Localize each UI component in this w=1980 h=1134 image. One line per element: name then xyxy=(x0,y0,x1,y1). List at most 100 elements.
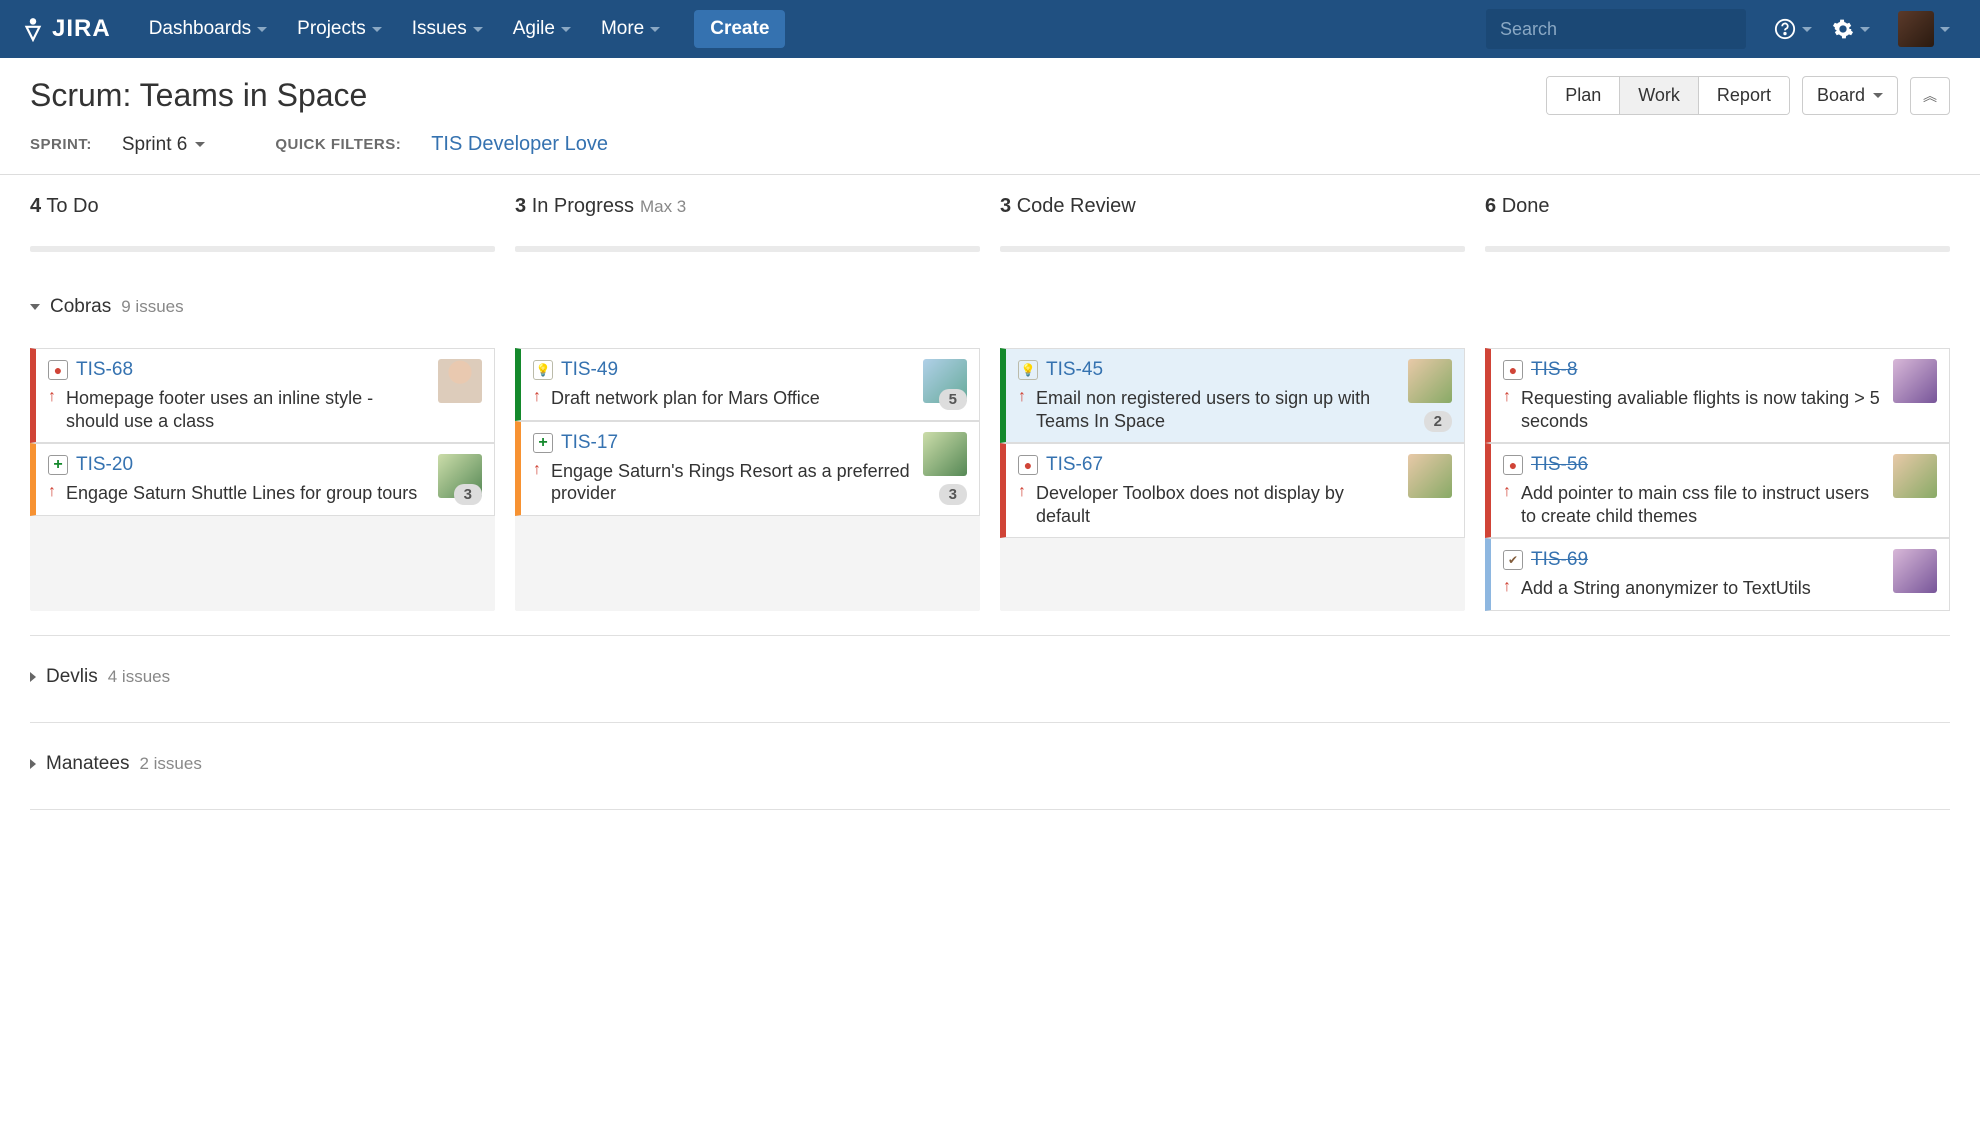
chevron-down-icon xyxy=(650,27,660,32)
priority-icon xyxy=(1018,482,1026,502)
chevron-down-icon xyxy=(30,304,40,310)
assignee-avatar[interactable] xyxy=(1408,454,1452,498)
assignee-avatar[interactable] xyxy=(1893,454,1937,498)
swimlane-separator xyxy=(30,809,1950,810)
create-button[interactable]: Create xyxy=(694,10,785,48)
column-body[interactable]: TIS-45 Email non registered users to sig… xyxy=(1000,348,1465,611)
nav-dashboards[interactable]: Dashboards xyxy=(139,10,277,48)
column-header: 3 Code Review xyxy=(1000,195,1465,226)
bug-icon xyxy=(48,360,68,380)
jira-logo[interactable]: JIRA xyxy=(20,15,111,43)
issue-key[interactable]: TIS-45 xyxy=(1046,359,1103,381)
assignee-avatar[interactable] xyxy=(1893,359,1937,403)
page-header: Scrum: Teams in Space Plan Work Report B… xyxy=(0,58,1980,175)
chevron-down-icon xyxy=(1802,27,1812,32)
issue-summary: Engage Saturn Shuttle Lines for group to… xyxy=(66,482,417,505)
column-count: 3 xyxy=(515,195,526,217)
issue-key[interactable]: TIS-68 xyxy=(76,359,133,381)
column-progress-bar xyxy=(1000,246,1465,252)
swimlane-toggle[interactable]: Cobras 9 issues xyxy=(30,286,1950,328)
chevron-double-up-icon: ︽ xyxy=(1923,86,1937,106)
quick-filters-label: QUICK FILTERS: xyxy=(275,136,401,153)
issue-key[interactable]: TIS-56 xyxy=(1531,454,1588,476)
issue-key[interactable]: TIS-49 xyxy=(561,359,618,381)
swimlane-toggle[interactable]: Devlis4 issues xyxy=(30,656,1950,698)
issue-card[interactable]: TIS-49 Draft network plan for Mars Offic… xyxy=(515,348,980,421)
expand-button[interactable]: ︽ xyxy=(1910,77,1950,115)
logo-text: JIRA xyxy=(52,15,111,43)
priority-icon xyxy=(533,460,541,480)
swimlane-separator xyxy=(30,722,1950,723)
swimlane-issue-count: 9 issues xyxy=(121,297,183,317)
profile-menu[interactable] xyxy=(1890,11,1950,47)
estimate-badge: 5 xyxy=(939,389,967,410)
swimlane-toggle[interactable]: Manatees 2 issues xyxy=(30,743,1950,785)
issue-card[interactable]: TIS-69 Add a String anonymizer to TextUt… xyxy=(1485,538,1950,611)
view-mode-tabs: Plan Work Report xyxy=(1546,76,1790,115)
issue-key[interactable]: TIS-8 xyxy=(1531,359,1577,381)
priority-icon xyxy=(1503,387,1511,407)
assignee-avatar[interactable] xyxy=(923,432,967,476)
nav-issues[interactable]: Issues xyxy=(402,10,493,48)
issue-card[interactable]: TIS-56 Add pointer to main css file to i… xyxy=(1485,443,1950,538)
settings-button[interactable] xyxy=(1832,18,1870,40)
user-avatar xyxy=(1898,11,1934,47)
board-dropdown[interactable]: Board xyxy=(1802,76,1898,115)
issue-summary: Requesting avaliable flights is now taki… xyxy=(1521,387,1881,432)
top-nav: JIRA Dashboards Projects Issues Agile Mo… xyxy=(0,0,1980,58)
column-progress-bar xyxy=(30,246,495,252)
issue-key[interactable]: TIS-67 xyxy=(1046,454,1103,476)
tab-plan[interactable]: Plan xyxy=(1547,77,1620,114)
sprint-label: SPRINT: xyxy=(30,136,92,153)
column-count: 6 xyxy=(1485,195,1496,217)
swimlane-name: Manatees xyxy=(46,753,129,775)
column-name: Done xyxy=(1502,195,1550,217)
chevron-down-icon xyxy=(1860,27,1870,32)
swimlane-name: Cobras xyxy=(50,296,111,318)
swimlane-issue-count: 2 issues xyxy=(139,754,201,774)
nav-agile[interactable]: Agile xyxy=(503,10,581,48)
issue-key[interactable]: TIS-20 xyxy=(76,454,133,476)
issue-card[interactable]: TIS-45 Email non registered users to sig… xyxy=(1000,348,1465,443)
issue-card[interactable]: TIS-20 Engage Saturn Shuttle Lines for g… xyxy=(30,443,495,516)
help-button[interactable] xyxy=(1774,18,1812,40)
column-body[interactable]: TIS-49 Draft network plan for Mars Offic… xyxy=(515,348,980,611)
chevron-down-icon xyxy=(1873,93,1883,98)
tab-work[interactable]: Work xyxy=(1620,77,1699,114)
column-body[interactable]: TIS-8 Requesting avaliable flights is no… xyxy=(1485,348,1950,611)
nav-more[interactable]: More xyxy=(591,10,670,48)
assignee-avatar[interactable] xyxy=(1893,549,1937,593)
column-body[interactable]: TIS-68 Homepage footer uses an inline st… xyxy=(30,348,495,611)
issue-key[interactable]: TIS-17 xyxy=(561,432,618,454)
column-name: Code Review xyxy=(1017,195,1136,217)
search-input[interactable] xyxy=(1500,19,1732,40)
issue-card[interactable]: TIS-68 Homepage footer uses an inline st… xyxy=(30,348,495,443)
nav-projects[interactable]: Projects xyxy=(287,10,392,48)
column-progress-bar xyxy=(515,246,980,252)
sprint-selector[interactable]: Sprint 6 xyxy=(122,134,205,156)
assignee-avatar[interactable] xyxy=(1408,359,1452,403)
idea-icon xyxy=(533,360,553,380)
issue-summary: Homepage footer uses an inline style - s… xyxy=(66,387,426,432)
issue-key[interactable]: TIS-69 xyxy=(1531,549,1588,571)
issue-card[interactable]: TIS-67 Developer Toolbox does not displa… xyxy=(1000,443,1465,538)
search-box[interactable] xyxy=(1486,9,1746,49)
chevron-down-icon xyxy=(372,27,382,32)
issue-card[interactable]: TIS-17 Engage Saturn's Rings Resort as a… xyxy=(515,421,980,516)
quick-filter-link[interactable]: TIS Developer Love xyxy=(431,133,608,156)
nav-items: Dashboards Projects Issues Agile More Cr… xyxy=(139,10,786,48)
priority-icon xyxy=(1503,577,1511,597)
issue-summary: Developer Toolbox does not display by de… xyxy=(1036,482,1396,527)
issue-summary: Draft network plan for Mars Office xyxy=(551,387,820,410)
priority-icon xyxy=(48,387,56,407)
issue-card[interactable]: TIS-8 Requesting avaliable flights is no… xyxy=(1485,348,1950,443)
chevron-down-icon xyxy=(561,27,571,32)
column-header: 6 Done xyxy=(1485,195,1950,226)
assignee-avatar[interactable] xyxy=(438,359,482,403)
chevron-down-icon xyxy=(195,142,205,147)
chevron-down-icon xyxy=(473,27,483,32)
story-icon xyxy=(533,433,553,453)
swimlane-name: Devlis xyxy=(46,666,98,688)
tab-report[interactable]: Report xyxy=(1699,77,1789,114)
column-max: Max 3 xyxy=(640,197,686,216)
